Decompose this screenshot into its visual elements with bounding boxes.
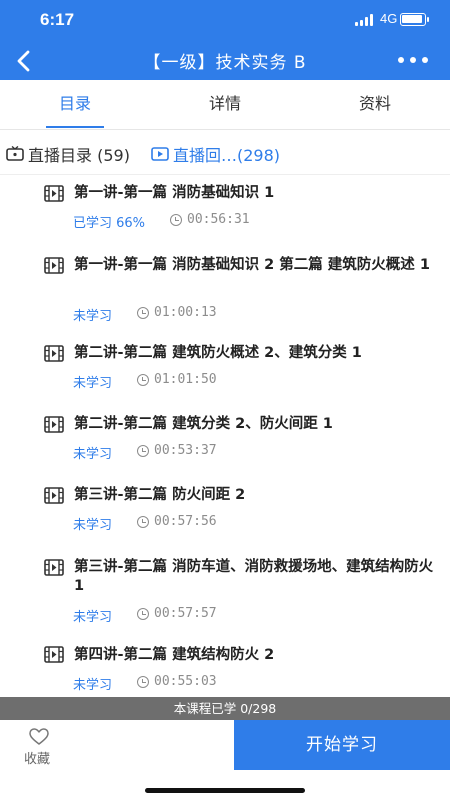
tab-catalog[interactable]: 目录 [0, 80, 150, 130]
lesson-duration: 00:57:56 [154, 514, 217, 529]
heart-icon [29, 728, 49, 746]
clock-icon [137, 374, 149, 386]
tab-bar: 目录 详情 资料 [0, 80, 450, 130]
favorite-label: 收藏 [24, 752, 51, 767]
lesson-status: 未学习 [73, 610, 113, 625]
list-item[interactable]: 第一讲-第一篇 消防基础知识 1 已学习 66% 00:56:31 [0, 176, 450, 246]
clock-icon [137, 445, 149, 457]
lesson-title: 第四讲-第二篇 建筑结构防火 2 [74, 647, 275, 663]
video-icon [44, 345, 64, 362]
lesson-status: 未学习 [73, 376, 113, 391]
lesson-duration: 00:57:57 [154, 606, 217, 621]
lesson-duration: 00:53:37 [154, 443, 217, 458]
list-item[interactable]: 第二讲-第二篇 建筑分类 2、防火间距 1 未学习 00:53:37 [0, 408, 450, 478]
signal-icon [355, 14, 375, 26]
more-icon[interactable] [396, 50, 430, 70]
clock-icon [137, 307, 149, 319]
lesson-status: 未学习 [73, 447, 113, 462]
status-time: 6:17 [40, 10, 75, 29]
list-item[interactable]: 第二讲-第二篇 建筑防火概述 2、建筑分类 1 未学习 01:01:50 [0, 336, 450, 399]
start-learning-button[interactable]: 开始学习 [234, 720, 450, 770]
lesson-title: 第三讲-第二篇 消防车道、消防救援场地、建筑结构防火 1 [74, 559, 434, 594]
lesson-status: 未学习 [73, 678, 113, 693]
live-catalog-filter[interactable]: 直播目录 (59) [28, 142, 130, 166]
lesson-title: 第二讲-第二篇 建筑分类 2、防火间距 1 [74, 416, 333, 432]
lesson-status: 未学习 [73, 518, 113, 533]
replay-filter[interactable]: 直播回…(298) [173, 142, 280, 166]
list-item[interactable]: 第三讲-第二篇 防火间距 2 未学习 00:57:56 [0, 478, 450, 550]
video-icon [44, 559, 64, 576]
clock-icon [137, 516, 149, 528]
lesson-duration: 00:55:03 [154, 674, 217, 689]
video-icon [44, 185, 64, 202]
battery-icon [400, 13, 429, 26]
home-indicator [145, 788, 305, 793]
network-type: 4G [380, 11, 398, 26]
lesson-title: 第三讲-第二篇 防火间距 2 [74, 487, 246, 503]
list-item[interactable]: 第一讲-第一篇 消防基础知识 2 第二篇 建筑防火概述 1 未学习 01:00:… [0, 246, 450, 336]
lesson-title: 第一讲-第一篇 消防基础知识 1 [74, 185, 275, 201]
course-progress-bar: 本课程已学 0/298 [0, 697, 450, 720]
tab-materials[interactable]: 资料 [300, 80, 450, 130]
video-icon [44, 416, 64, 433]
clock-icon [137, 676, 149, 688]
lesson-duration: 00:56:31 [187, 212, 250, 227]
catalog-filter: 直播目录 (59) 直播回…(298) [0, 131, 450, 175]
lesson-status: 已学习 66% [73, 216, 146, 231]
live-tv-icon [6, 145, 24, 166]
lesson-duration: 01:00:13 [154, 305, 217, 320]
list-item[interactable]: 第四讲-第二篇 建筑结构防火 2 未学习 00:55:03 [0, 642, 450, 697]
status-bar: 6:17 4G [0, 0, 450, 40]
clock-icon [137, 608, 149, 620]
nav-bar: 【一级】技术实务 B [0, 40, 450, 80]
list-item[interactable]: 第三讲-第二篇 消防车道、消防救援场地、建筑结构防火 1 未学习 00:57:5… [0, 550, 450, 642]
lesson-title: 第一讲-第一篇 消防基础知识 2 第二篇 建筑防火概述 1 [74, 257, 430, 273]
active-tab-indicator [46, 126, 104, 128]
clock-icon [170, 214, 182, 226]
lesson-duration: 01:01:50 [154, 372, 217, 387]
video-icon [44, 487, 64, 504]
lesson-status: 未学习 [73, 309, 113, 324]
top-bar: 6:17 4G 【一级】技术实务 B [0, 0, 450, 80]
tab-details[interactable]: 详情 [150, 80, 300, 130]
video-icon [44, 646, 64, 663]
replay-video-icon [151, 146, 169, 166]
lesson-list: 第一讲-第一篇 消防基础知识 1 已学习 66% 00:56:31 第一讲-第一… [0, 176, 450, 697]
lesson-title: 第二讲-第二篇 建筑防火概述 2、建筑分类 1 [74, 345, 362, 361]
page-title: 【一级】技术实务 B [143, 53, 307, 73]
video-icon [44, 257, 64, 274]
